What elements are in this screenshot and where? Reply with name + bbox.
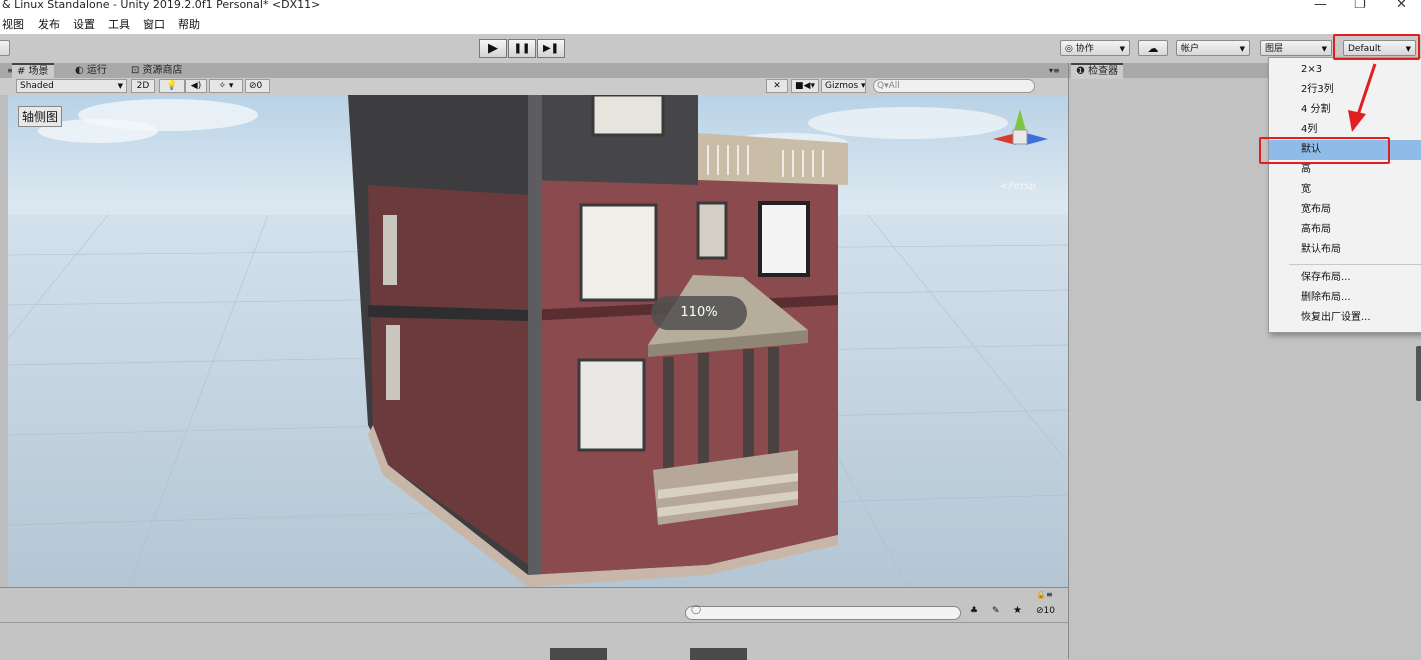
- menu-window[interactable]: 窗口: [143, 16, 165, 32]
- effects-icon[interactable]: ✧ ▾: [209, 79, 243, 93]
- package-count: 10: [1043, 606, 1055, 616]
- scene-toolbar: Shaded ▼ 2D 💡 ◀) ✧ ▾ ⊘0 ✕ ■◀▾ Gizmos ▾ Q▾…: [0, 78, 1068, 96]
- caret-down-icon: ▾: [858, 81, 866, 91]
- menu-view[interactable]: 视图: [2, 16, 24, 32]
- zoom-indicator: 110%: [651, 296, 747, 330]
- main-toolbar: ▶ ❚❚ ▶❚ ◎ 协作 ▼ ☁ 帐户 ▼ 图层 ▼ Default ▼: [0, 34, 1421, 64]
- collab-label: ◎ 协作: [1065, 44, 1094, 54]
- gizmos-dropdown[interactable]: Gizmos ▾: [821, 79, 866, 93]
- minimize-button[interactable]: —: [1314, 0, 1327, 12]
- layout-reset-action[interactable]: 恢复出厂设置...: [1269, 308, 1421, 328]
- transform-tool-button[interactable]: [0, 40, 10, 56]
- menu-tools[interactable]: 工具: [108, 16, 130, 32]
- panel-menu-icon[interactable]: ▾≡: [1044, 64, 1065, 78]
- caret-down-icon: ▼: [1321, 45, 1327, 53]
- caret-down-icon: ▼: [1119, 45, 1125, 53]
- menu-help[interactable]: 帮助: [178, 16, 200, 32]
- tab-inspector[interactable]: ❶ 检查器: [1071, 63, 1124, 79]
- layout-item-wide[interactable]: 宽: [1269, 180, 1421, 200]
- audio-icon[interactable]: ◀): [185, 79, 207, 93]
- layout-item-default-layout[interactable]: 默认布局: [1269, 240, 1421, 260]
- layers-dropdown[interactable]: 图层 ▼: [1260, 40, 1332, 56]
- account-label: 帐户: [1181, 44, 1200, 54]
- scene-render: [8, 95, 1068, 587]
- asset-thumbnail[interactable]: [690, 648, 747, 660]
- tab-game[interactable]: ◐ 运行: [70, 64, 112, 78]
- divider: [0, 622, 1068, 623]
- menu-bar: 视图 发布 设置 工具 窗口 帮助: [0, 15, 1421, 34]
- annotation-arrow-icon: [1348, 63, 1377, 132]
- scene-tabs: ≡ # 场景 ◐ 运行 ⊡ 资源商店 ▾≡: [0, 63, 1068, 79]
- gizmos-label: Gizmos: [825, 81, 859, 91]
- menu-settings[interactable]: 设置: [73, 16, 95, 32]
- layout-item-tall-layout[interactable]: 高布局: [1269, 220, 1421, 240]
- eye-slash-icon: ⊘: [249, 81, 257, 91]
- shading-label: Shaded: [20, 81, 54, 91]
- layout-save-action[interactable]: 保存布局...: [1269, 268, 1421, 288]
- highlight-box-default-item: [1259, 137, 1390, 164]
- lock-icon[interactable]: 🔒≡: [1036, 590, 1053, 599]
- layers-label: 图层: [1265, 44, 1284, 54]
- play-button[interactable]: ▶: [479, 39, 507, 58]
- title-bar: & Linux Standalone - Unity 2019.2.0f1 Pe…: [0, 0, 1421, 15]
- persp-label[interactable]: <Persp: [1000, 181, 1036, 192]
- scene-view[interactable]: 轴侧图 <Persp: [8, 95, 1068, 587]
- collab-button[interactable]: ◎ 协作 ▼: [1060, 40, 1130, 56]
- tab-asset-store[interactable]: ⊡ 资源商店: [126, 64, 188, 78]
- shading-dropdown[interactable]: Shaded ▼: [16, 79, 127, 93]
- side-handle[interactable]: [1416, 346, 1421, 401]
- search-icon: ◯: [691, 605, 702, 615]
- caret-down-icon: ▼: [1239, 45, 1245, 53]
- filter-label-icon[interactable]: ✎: [992, 606, 1000, 616]
- layout-delete-action[interactable]: 删除布局...: [1269, 288, 1421, 308]
- hidden-objects-toggle[interactable]: ⊘0: [245, 79, 270, 93]
- filter-type-icon[interactable]: ♣: [970, 606, 978, 616]
- highlight-box-layout-dropdown: [1333, 34, 1420, 60]
- menu-publish[interactable]: 发布: [38, 16, 60, 32]
- layout-item-wide-layout[interactable]: 宽布局: [1269, 200, 1421, 220]
- project-search-input[interactable]: ◯: [685, 605, 961, 620]
- lighting-icon[interactable]: 💡: [159, 79, 185, 93]
- tools-icon[interactable]: ✕: [766, 79, 788, 93]
- camera-icon[interactable]: ■◀▾: [791, 79, 819, 93]
- window-title: & Linux Standalone - Unity 2019.2.0f1 Pe…: [2, 0, 321, 11]
- project-panel: 🔒≡ ◯ ♣ ✎ ★ ⊘10: [0, 587, 1068, 660]
- maximize-button[interactable]: ❐: [1354, 0, 1366, 12]
- tab-scene[interactable]: # 场景: [12, 63, 54, 79]
- step-button[interactable]: ▶❚: [537, 39, 565, 58]
- favorite-star-icon[interactable]: ★: [1013, 605, 1022, 616]
- cloud-icon[interactable]: ☁: [1138, 40, 1168, 56]
- view-mode-label[interactable]: 轴侧图: [18, 106, 63, 127]
- asset-thumbnail[interactable]: [550, 648, 607, 660]
- hidden-packages-toggle[interactable]: ⊘10: [1036, 606, 1055, 616]
- close-button[interactable]: ✕: [1396, 0, 1407, 12]
- account-dropdown[interactable]: 帐户 ▼: [1176, 40, 1250, 56]
- scene-search-input[interactable]: Q▾All: [873, 79, 1035, 93]
- mode-2d-button[interactable]: 2D: [131, 79, 155, 93]
- caret-down-icon: ▼: [117, 82, 123, 90]
- pause-button[interactable]: ❚❚: [508, 39, 536, 58]
- eye-slash-icon: ⊘: [1036, 606, 1044, 616]
- menu-separator: [1289, 264, 1421, 265]
- hidden-count: 0: [256, 81, 263, 91]
